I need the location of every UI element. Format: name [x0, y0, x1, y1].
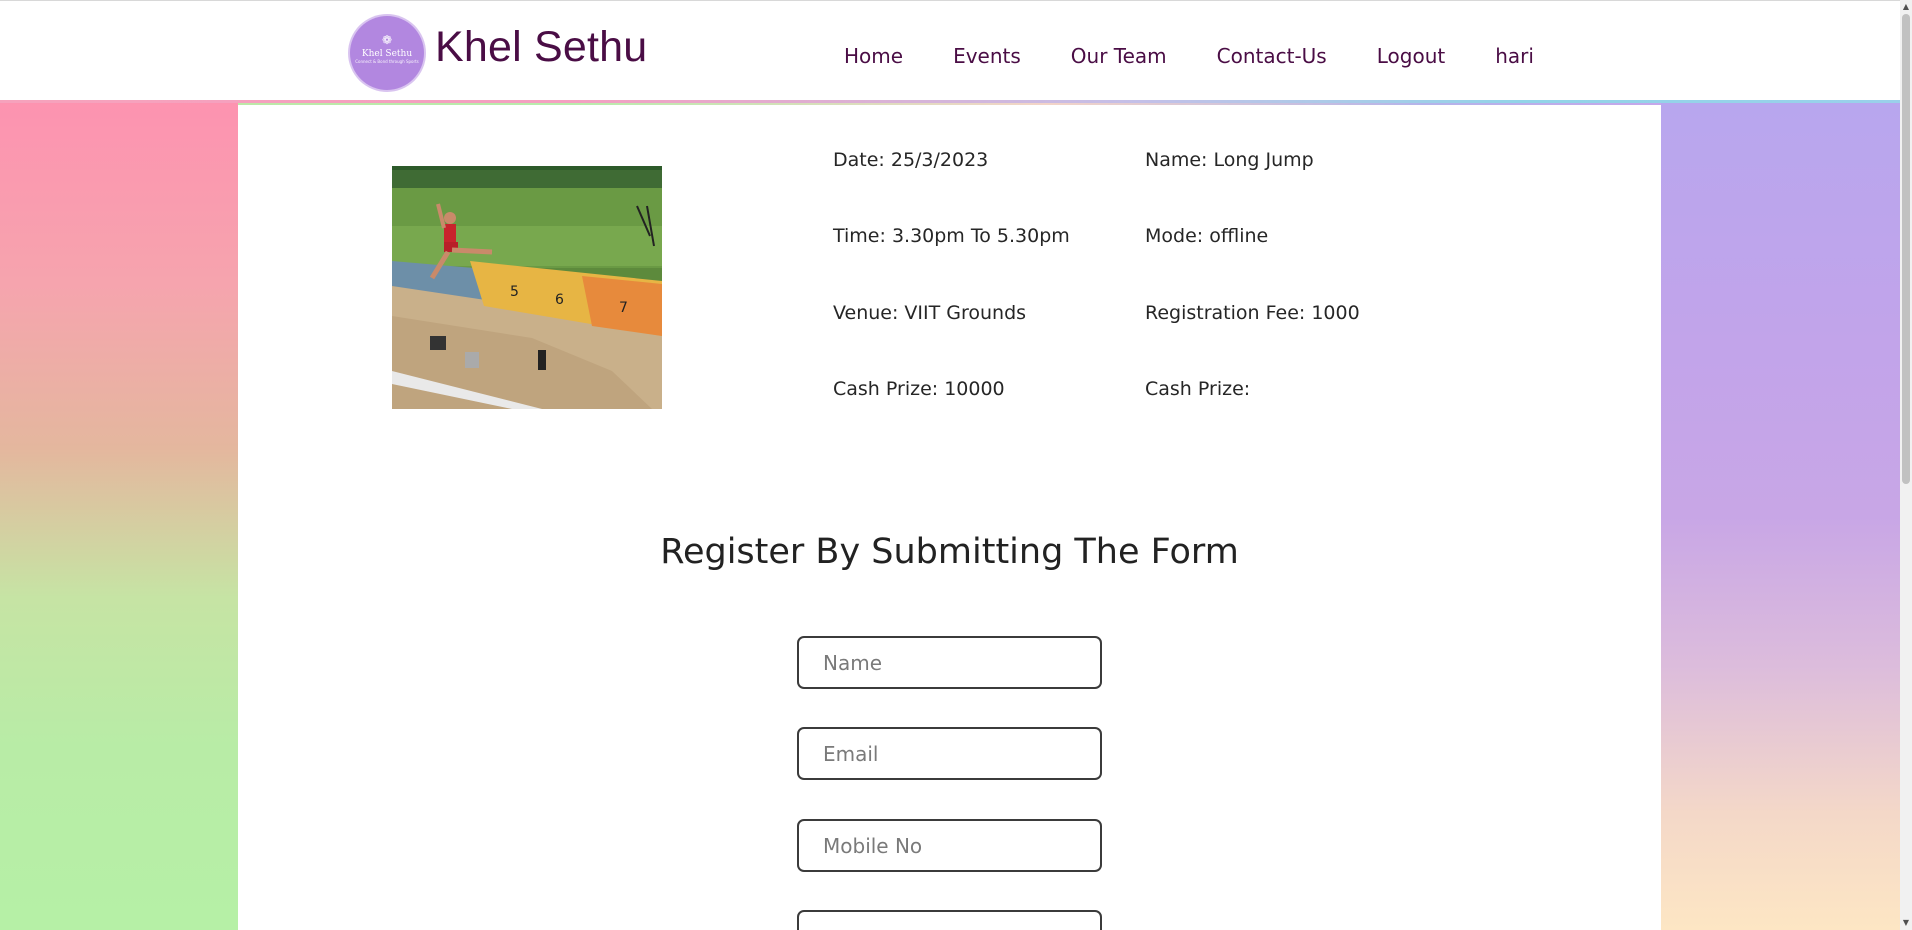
- next-form-field[interactable]: [797, 910, 1102, 930]
- mobile-field[interactable]: [797, 819, 1102, 872]
- event-time: Time: 3.30pm To 5.30pm: [833, 225, 1070, 247]
- nav-contact-us[interactable]: Contact-Us: [1217, 44, 1327, 68]
- nav-our-team[interactable]: Our Team: [1071, 44, 1167, 68]
- form-title: Register By Submitting The Form: [660, 532, 1239, 572]
- event-name: Name: Long Jump: [1145, 149, 1314, 171]
- event-cash-prize-secondary: Cash Prize:: [1145, 378, 1251, 400]
- name-field[interactable]: [797, 636, 1102, 689]
- event-mode: Mode: offline: [1145, 225, 1269, 247]
- event-registration-fee: Registration Fee: 1000: [1145, 302, 1360, 324]
- email-field[interactable]: [797, 727, 1102, 780]
- logo-flame-icon: ❁: [381, 33, 393, 47]
- svg-text:6: 6: [555, 292, 564, 308]
- scroll-thumb[interactable]: [1902, 14, 1910, 484]
- svg-text:7: 7: [619, 300, 628, 316]
- event-card: 5 6 7 Date: 25/3/2023 Name: Long Jump Ti…: [238, 105, 1661, 930]
- chevron-down-icon[interactable]: ▼: [1900, 916, 1912, 930]
- nav-logout[interactable]: Logout: [1377, 44, 1445, 68]
- nav-home[interactable]: Home: [844, 44, 903, 68]
- main-nav: Home Events Our Team Contact-Us Logout h…: [844, 44, 1534, 68]
- svg-text:5: 5: [510, 284, 519, 300]
- page-background-left: [0, 101, 238, 930]
- page-scrollbar[interactable]: ▲ ▼: [1900, 0, 1912, 930]
- event-venue: Venue: VIIT Grounds: [833, 302, 1027, 324]
- site-header: ❁ Khel Sethu Connect & Bond through Spor…: [0, 0, 1900, 100]
- brand-name[interactable]: Khel Sethu: [435, 23, 647, 72]
- khel-sethu-logo-icon[interactable]: ❁ Khel Sethu Connect & Bond through Spor…: [350, 16, 424, 90]
- event-image: 5 6 7: [392, 166, 662, 409]
- event-cash-prize: Cash Prize: 10000: [833, 378, 1005, 400]
- logo-tagline: Connect & Bond through Sports: [355, 59, 419, 64]
- event-date: Date: 25/3/2023: [833, 149, 989, 171]
- header-divider: [0, 100, 1900, 103]
- nav-user-profile[interactable]: hari: [1495, 44, 1534, 68]
- logo-text: Khel Sethu: [361, 49, 413, 59]
- page-background-right: [1661, 101, 1900, 930]
- nav-events[interactable]: Events: [953, 44, 1021, 68]
- chevron-up-icon[interactable]: ▲: [1900, 0, 1912, 14]
